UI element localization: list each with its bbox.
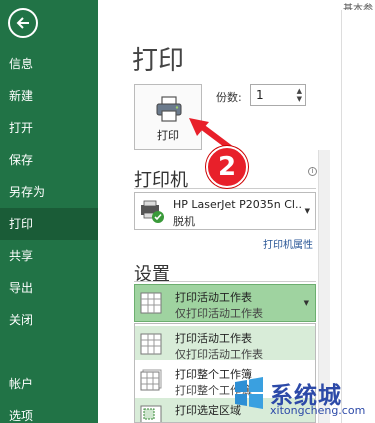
dropdown-arrow-icon: ▼ xyxy=(303,299,309,307)
printer-status-icon xyxy=(141,200,164,223)
sidebar-item-export[interactable]: 导出 xyxy=(0,272,98,304)
sheet-grid-icon xyxy=(140,292,162,314)
print-preview-pane xyxy=(341,10,375,423)
print-scope-selected-sub: 仅打印活动工作表 xyxy=(175,307,263,320)
copies-stepper[interactable]: ▲ ▼ xyxy=(297,87,302,103)
page-title: 打印 xyxy=(132,46,185,76)
option-sub: 仅打印活动工作表 xyxy=(175,348,263,361)
back-arrow-icon xyxy=(16,17,29,29)
sidebar-item-new[interactable]: 新建 xyxy=(0,80,98,112)
watermark-logo-icon xyxy=(235,377,263,409)
sidebar-item-open[interactable]: 打开 xyxy=(0,112,98,144)
sidebar-item-share[interactable]: 共享 xyxy=(0,240,98,272)
printer-properties-link[interactable]: 打印机属性 xyxy=(263,236,313,251)
workbook-grid-icon xyxy=(140,369,162,391)
printer-section-divider xyxy=(134,188,316,189)
copies-value: 1 xyxy=(256,88,264,102)
settings-section-title: 设置 xyxy=(134,264,170,285)
printer-dropdown[interactable]: HP LaserJet P2035n Cl... 脱机 ▼ xyxy=(134,192,316,230)
sidebar-item-account[interactable]: 帐户 xyxy=(0,368,98,400)
sidebar-nav: 信息 新建 打开 保存 另存为 打印 共享 导出 关闭 帐户 选项 xyxy=(0,48,98,423)
info-icon[interactable]: i xyxy=(308,167,317,176)
watermark: 系统城 xitongcheng.com xyxy=(232,374,375,423)
printer-name: HP LaserJet P2035n Cl... xyxy=(173,198,303,211)
selection-grid-icon xyxy=(140,405,162,422)
print-scope-selected-title: 打印活动工作表 xyxy=(175,291,252,304)
dropdown-arrow-icon: ▼ xyxy=(304,207,310,215)
settings-section-divider xyxy=(134,281,316,282)
print-scope-dropdown[interactable]: 打印活动工作表 仅打印活动工作表 ▼ xyxy=(134,284,316,322)
printer-status: 脱机 xyxy=(173,215,195,228)
sheet-grid-icon xyxy=(140,333,162,355)
stepper-down-icon[interactable]: ▼ xyxy=(297,95,302,103)
sidebar-item-options[interactable]: 选项 xyxy=(0,400,98,423)
backstage-sidebar: 信息 新建 打开 保存 另存为 打印 共享 导出 关闭 帐户 选项 xyxy=(0,0,98,423)
stepper-up-icon[interactable]: ▲ xyxy=(297,87,302,95)
sidebar-item-print[interactable]: 打印 xyxy=(0,208,98,240)
sidebar-item-close[interactable]: 关闭 xyxy=(0,304,98,336)
copies-label: 份数: xyxy=(216,91,242,104)
sidebar-item-save[interactable]: 保存 xyxy=(0,144,98,176)
sidebar-item-save-as[interactable]: 另存为 xyxy=(0,176,98,208)
option-title: 打印活动工作表 xyxy=(175,332,252,345)
copies-input[interactable]: 1 ▲ ▼ xyxy=(250,84,306,106)
sidebar-item-info[interactable]: 信息 xyxy=(0,48,98,80)
option-print-active-sheet[interactable]: 打印活动工作表 仅打印活动工作表 xyxy=(135,326,315,361)
back-button[interactable] xyxy=(8,8,38,38)
watermark-url: xitongcheng.com xyxy=(270,404,366,417)
step-badge: 2 xyxy=(206,146,248,188)
printer-icon xyxy=(156,96,182,122)
